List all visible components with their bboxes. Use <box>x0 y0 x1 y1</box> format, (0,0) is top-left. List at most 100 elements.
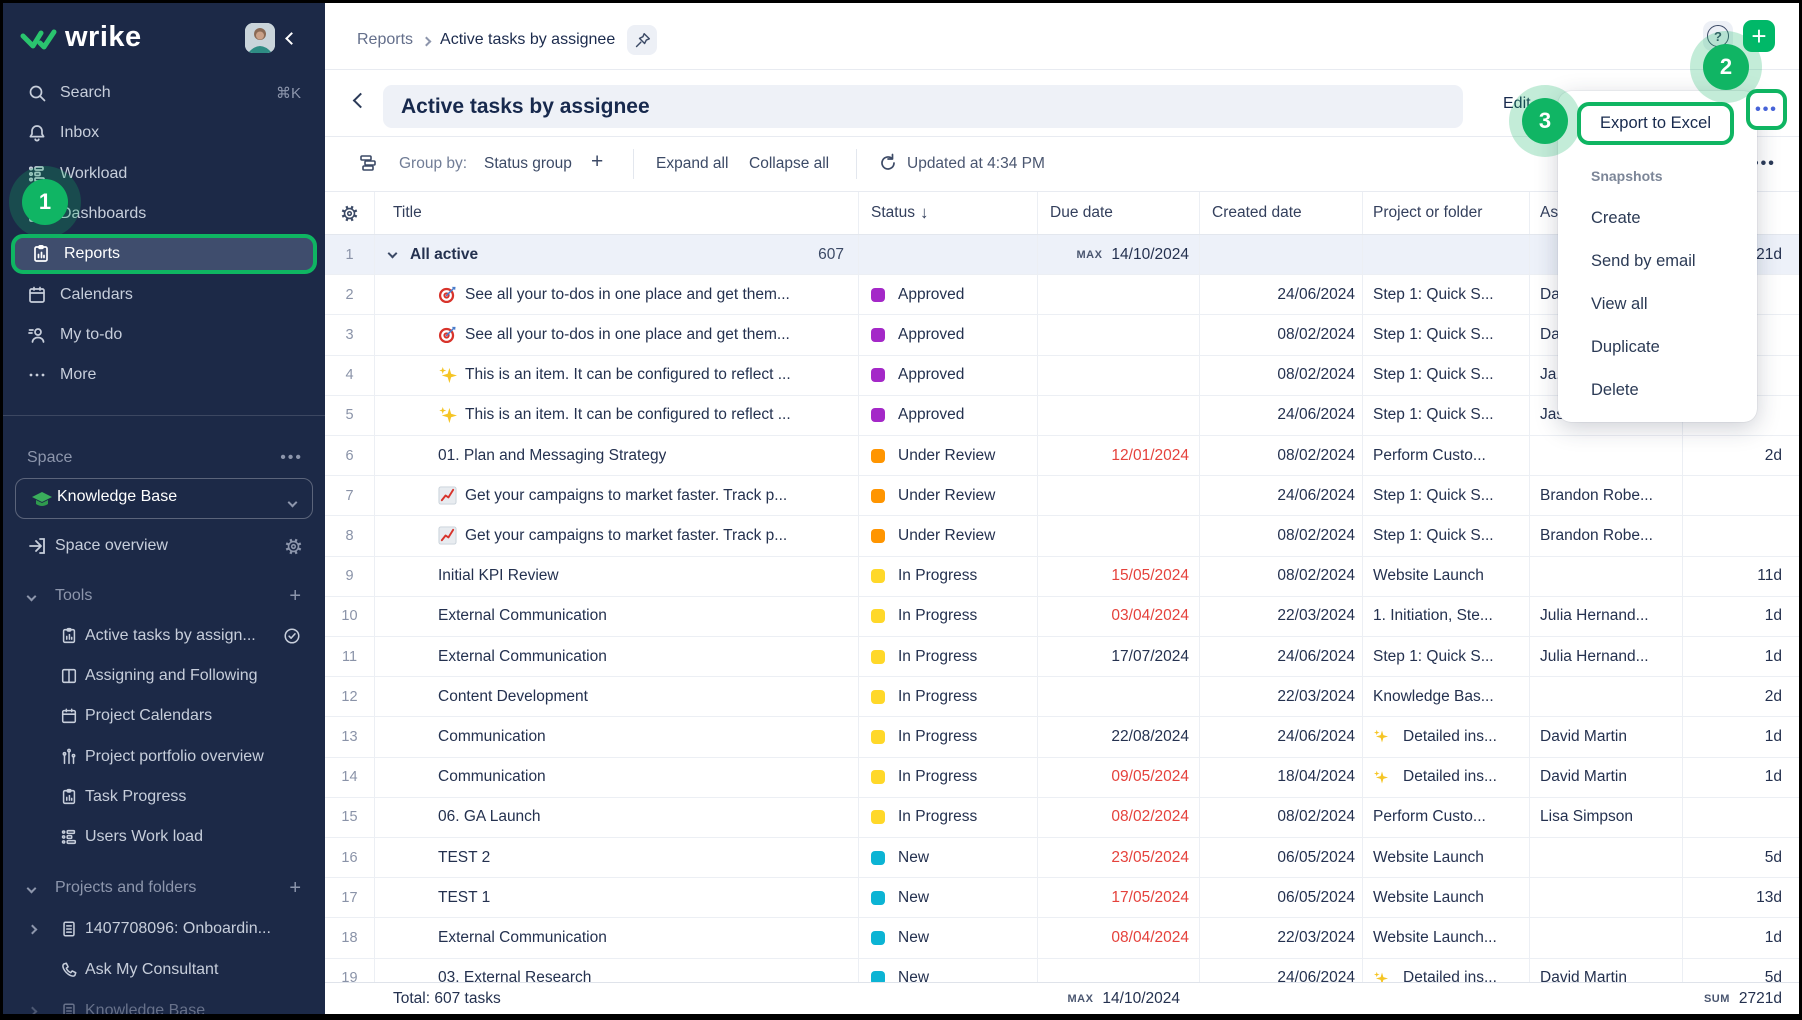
column-header-due-date[interactable]: Due date <box>1038 192 1200 234</box>
column-settings-gear-icon[interactable] <box>325 192 375 234</box>
menu-item-create[interactable]: Create <box>1591 197 1641 240</box>
row-number: 12 <box>325 677 375 716</box>
table-row[interactable]: 12Content DevelopmentIn Progress22/03/20… <box>325 677 1799 717</box>
shortcut-hint: ⌘K <box>276 84 301 102</box>
sidebar-project-knowledge-base[interactable]: Knowledge Base <box>3 990 325 1014</box>
menu-item-view-all[interactable]: View all <box>1591 283 1648 326</box>
table-row[interactable]: 1506. GA LaunchIn Progress08/02/202408/0… <box>325 798 1799 838</box>
table-row[interactable]: 14CommunicationIn Progress09/05/202418/0… <box>325 758 1799 798</box>
table-footer: Total: 607 tasks MAX14/10/2024 SUM2721d <box>325 982 1799 1014</box>
sidebar-item-my-to-do[interactable]: My to-do <box>3 315 325 355</box>
task-due-date: 17/05/2024 <box>1038 878 1200 917</box>
doc-icon <box>60 920 78 938</box>
sidebar-item-more[interactable]: More <box>3 355 325 395</box>
projects-section-header[interactable]: Projects and folders + <box>3 873 325 903</box>
space-overview-item[interactable]: Space overview <box>3 531 325 561</box>
add-button[interactable]: + <box>1743 20 1775 52</box>
add-tool-icon[interactable]: + <box>289 585 301 608</box>
task-status: Approved <box>859 356 1038 395</box>
table-row[interactable]: 8Get your campaigns to market faster. Tr… <box>325 516 1799 556</box>
table-row[interactable]: 11External CommunicationIn Progress17/07… <box>325 637 1799 677</box>
task-duration: 1d <box>1683 637 1792 676</box>
space-settings-gear-icon[interactable] <box>284 537 303 556</box>
sidebar-tool-project-calendars[interactable]: Project Calendars <box>3 696 325 736</box>
workload-icon <box>60 828 78 846</box>
sidebar-tool-active-tasks-by-assign-[interactable]: Active tasks by assign... <box>3 616 325 656</box>
sidebar-item-reports[interactable]: Reports <box>11 234 317 274</box>
menu-item-delete[interactable]: Delete <box>1591 369 1639 412</box>
sidebar-tool-task-progress[interactable]: Task Progress <box>3 777 325 817</box>
sidebar-item-inbox[interactable]: Inbox <box>3 113 325 153</box>
sidebar-item-calendars[interactable]: Calendars <box>3 274 325 314</box>
menu-item-send-by-email[interactable]: Send by email <box>1591 240 1696 283</box>
column-header-status[interactable]: Status ↓ <box>859 192 1038 234</box>
task-assignee: Julia Hernand... <box>1530 597 1683 636</box>
add-project-icon[interactable]: + <box>289 877 301 900</box>
report-more-button[interactable]: ••• <box>1746 89 1787 130</box>
pin-icon[interactable] <box>627 25 657 55</box>
task-due-date: 08/02/2024 <box>1038 798 1200 837</box>
task-title: TEST 1 <box>375 878 859 917</box>
task-due-date: 22/08/2024 <box>1038 717 1200 756</box>
task-assignee: David Martin <box>1530 717 1683 756</box>
export-to-excel-menu-item[interactable]: Export to Excel <box>1577 102 1734 145</box>
task-title: Get your campaigns to market faster. Tra… <box>375 476 859 515</box>
sidebar-item-search[interactable]: Search⌘K <box>3 73 325 113</box>
sidebar-tool-assigning-and-following[interactable]: Assigning and Following <box>3 656 325 696</box>
table-row[interactable]: 13CommunicationIn Progress22/08/202424/0… <box>325 717 1799 757</box>
tools-section-header[interactable]: Tools + <box>3 581 325 611</box>
breadcrumb-reports-link[interactable]: Reports <box>357 31 413 49</box>
avatar[interactable] <box>245 23 275 53</box>
target-emoji-icon <box>438 285 457 304</box>
task-due-date: 15/05/2024 <box>1038 557 1200 596</box>
portfolio-icon <box>60 748 78 766</box>
task-assignee: Julia Hernand... <box>1530 637 1683 676</box>
task-created-date: 18/04/2024 <box>1200 758 1363 797</box>
task-project: Step 1: Quick S... <box>1363 516 1530 555</box>
column-header-created-date[interactable]: Created date <box>1200 192 1363 234</box>
table-row[interactable]: 9Initial KPI ReviewIn Progress15/05/2024… <box>325 557 1799 597</box>
sidebar-tool-users-work-load[interactable]: Users Work load <box>3 817 325 857</box>
column-header-title[interactable]: Title <box>375 192 859 234</box>
table-row[interactable]: 601. Plan and Messaging StrategyUnder Re… <box>325 436 1799 476</box>
group-by-value[interactable]: Status group <box>484 155 572 173</box>
table-row[interactable]: 10External CommunicationIn Progress03/04… <box>325 597 1799 637</box>
task-created-date: 06/05/2024 <box>1200 878 1363 917</box>
task-status: Approved <box>859 275 1038 314</box>
expand-all-button[interactable]: Expand all <box>656 155 728 173</box>
calendar-icon <box>60 707 78 725</box>
row-number: 16 <box>325 838 375 877</box>
space-more-icon[interactable]: ••• <box>280 449 303 467</box>
sparkles-emoji-icon <box>1373 729 1388 744</box>
task-project: Step 1: Quick S... <box>1363 476 1530 515</box>
sidebar-project-ask-my-consultant[interactable]: Ask My Consultant <box>3 949 325 990</box>
sidebar-project--onboardin-[interactable]: 1407708096: Onboardin... <box>3 908 325 949</box>
task-due-date <box>1038 396 1200 435</box>
row-number: 18 <box>325 918 375 957</box>
group-by-icon <box>358 152 380 174</box>
table-row[interactable]: 16TEST 2New23/05/202406/05/2024Website L… <box>325 838 1799 878</box>
wrike-logo-text: wrike <box>65 21 142 54</box>
table-row[interactable]: 17TEST 1New17/05/202406/05/2024Website L… <box>325 878 1799 918</box>
task-status: In Progress <box>859 557 1038 596</box>
sparkles-emoji-icon <box>438 406 457 425</box>
space-selector[interactable]: Knowledge Base <box>15 478 313 519</box>
task-project: Perform Custo... <box>1363 436 1530 475</box>
sidebar-tool-project-portfolio-overview[interactable]: Project portfolio overview <box>3 737 325 777</box>
calendar-icon <box>27 285 47 305</box>
column-header-project-or-folder[interactable]: Project or folder <box>1363 192 1530 234</box>
refresh-icon[interactable] <box>878 153 898 173</box>
back-button[interactable] <box>355 93 366 111</box>
sidebar-collapse-button[interactable] <box>281 29 301 49</box>
report-title-input[interactable]: Active tasks by assignee <box>383 85 1463 128</box>
sidebar: wrike Search⌘KInboxWorkloadDashboardsRep… <box>3 3 325 1014</box>
table-row[interactable]: 7Get your campaigns to market faster. Tr… <box>325 476 1799 516</box>
row-number: 10 <box>325 597 375 636</box>
task-due-date: 17/07/2024 <box>1038 637 1200 676</box>
menu-item-duplicate[interactable]: Duplicate <box>1591 326 1660 369</box>
task-due-date <box>1038 315 1200 354</box>
add-group-by-icon[interactable]: + <box>591 150 603 174</box>
collapse-all-button[interactable]: Collapse all <box>749 155 829 173</box>
table-row[interactable]: 18External CommunicationNew08/04/202422/… <box>325 918 1799 958</box>
task-due-date <box>1038 677 1200 716</box>
